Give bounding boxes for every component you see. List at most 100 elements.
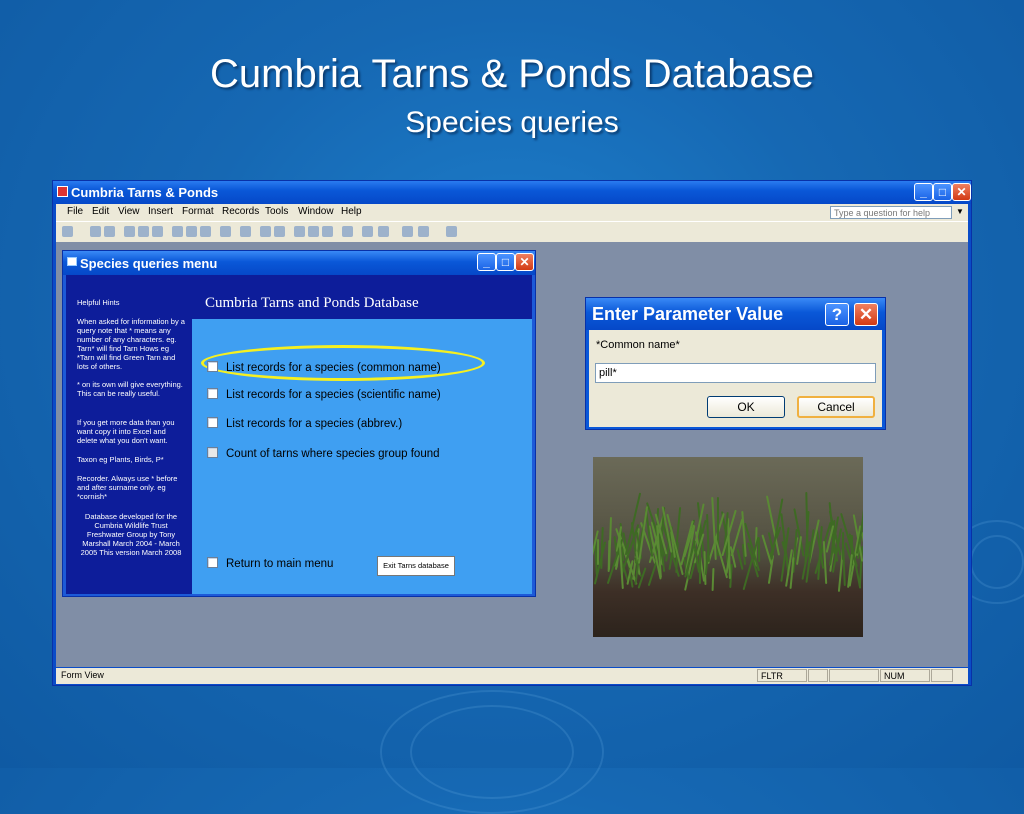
filter-by-form-icon[interactable] [308, 226, 319, 237]
slide-title: Cumbria Tarns & Ponds Database [209, 52, 815, 96]
status-bar: Form View FLTR NUM [56, 668, 968, 684]
cancel-button[interactable]: Cancel [797, 396, 875, 418]
parameter-value-input[interactable]: pill* [595, 363, 876, 383]
hint-text: Taxon eg Plants, Birds, P* [77, 455, 164, 464]
status-view-mode: Form View [61, 670, 104, 680]
form-titlebar[interactable]: Species queries menu _ □ ✕ [63, 251, 535, 275]
save-icon[interactable] [90, 226, 101, 237]
status-cell [808, 669, 828, 682]
dialog-title: Enter Parameter Value [592, 304, 784, 324]
hint-text: Recorder. Always use * before and after … [77, 474, 178, 501]
database-window-icon[interactable] [402, 226, 413, 237]
option-label: List records for a species (common name) [226, 362, 441, 374]
menu-edit[interactable]: Edit [92, 206, 109, 217]
parameter-label: *Common name* [596, 339, 680, 351]
maximize-button[interactable]: □ [933, 183, 952, 201]
close-button[interactable]: ✕ [952, 183, 971, 201]
sort-descending-icon[interactable] [274, 226, 285, 237]
paste-icon[interactable] [200, 226, 211, 237]
exit-database-button[interactable]: Exit Tarns database [377, 556, 455, 576]
status-fltr: FLTR [757, 669, 807, 682]
help-question-input[interactable]: Type a question for help [830, 206, 952, 219]
hint-text: If you get more data than you want copy … [77, 418, 175, 445]
dialog-body: *Common name* pill* OK Cancel [589, 330, 882, 427]
menu-window[interactable]: Window [298, 206, 334, 217]
grass-blade [841, 531, 844, 560]
status-cell [931, 669, 953, 682]
sort-ascending-icon[interactable] [260, 226, 271, 237]
hint-text: * on its own will give everything. This … [77, 380, 183, 398]
checkbox-icon[interactable] [207, 417, 218, 428]
form-icon [67, 257, 77, 266]
form-title: Species queries menu [80, 256, 218, 271]
option-label: Return to main menu [226, 558, 334, 570]
option-label: List records for a species (scientific n… [226, 389, 441, 401]
grass-blade [711, 567, 715, 591]
insert-hyperlink-icon[interactable] [240, 226, 251, 237]
filter-by-selection-icon[interactable] [294, 226, 305, 237]
dialog-close-icon[interactable]: ✕ [854, 303, 878, 326]
checkbox-icon[interactable] [207, 447, 218, 458]
checkbox-icon[interactable] [207, 557, 218, 568]
spelling-icon[interactable] [152, 226, 163, 237]
chevron-down-icon[interactable]: ▼ [955, 207, 965, 218]
option-return-main-menu[interactable]: Return to main menu [207, 557, 333, 571]
app-title: Cumbria Tarns & Ponds [71, 185, 219, 200]
species-queries-form-window: Species queries menu _ □ ✕ Helpful Hints… [62, 250, 536, 597]
app-titlebar[interactable]: Cumbria Tarns & Ponds _ □ ✕ [53, 181, 971, 204]
form-close-button[interactable]: ✕ [515, 253, 534, 271]
option-common-name[interactable]: List records for a species (common name) [207, 361, 441, 375]
grass-blade [596, 539, 599, 566]
form-maximize-button[interactable]: □ [496, 253, 515, 271]
design-view-icon[interactable] [62, 226, 73, 237]
menu-insert[interactable]: Insert [148, 206, 173, 217]
help-question-icon[interactable]: ? [825, 303, 849, 326]
copy-icon[interactable] [186, 226, 197, 237]
menu-tools[interactable]: Tools [265, 206, 288, 217]
water-ripple [410, 705, 574, 799]
toolbar [56, 221, 968, 242]
print-preview-icon[interactable] [138, 226, 149, 237]
new-record-icon[interactable] [362, 226, 373, 237]
menu-help[interactable]: Help [341, 206, 362, 217]
option-count-tarns[interactable]: Count of tarns where species group found [207, 447, 440, 461]
status-num: NUM [880, 669, 930, 682]
access-app-icon [57, 186, 68, 197]
form-header: Cumbria Tarns and Ponds Database [192, 275, 532, 319]
water-ripple [970, 535, 1024, 589]
checkbox-icon[interactable] [207, 361, 218, 372]
status-cell [829, 669, 879, 682]
undo-icon[interactable] [220, 226, 231, 237]
helpful-hints-panel: Helpful Hints When asked for information… [66, 275, 192, 594]
find-icon[interactable] [342, 226, 353, 237]
apply-filter-icon[interactable] [322, 226, 333, 237]
delete-record-icon[interactable] [378, 226, 389, 237]
minimize-button[interactable]: _ [914, 183, 933, 201]
option-abbrev[interactable]: List records for a species (abbrev.) [207, 417, 402, 431]
menu-file[interactable]: File [67, 206, 83, 217]
search-icon[interactable] [104, 226, 115, 237]
form-heading: Cumbria Tarns and Ponds Database [205, 295, 419, 311]
form-body: Helpful Hints When asked for information… [66, 275, 532, 594]
slide-subtitle: Species queries [405, 106, 619, 139]
hint-text: When asked for information by a query no… [77, 317, 185, 371]
menu-records[interactable]: Records [222, 206, 259, 217]
cut-icon[interactable] [172, 226, 183, 237]
option-label: List records for a species (abbrev.) [226, 418, 403, 430]
option-label: Count of tarns where species group found [226, 448, 440, 460]
menu-bar: File Edit View Insert Format Records Too… [56, 204, 968, 221]
print-icon[interactable] [124, 226, 135, 237]
checkbox-icon[interactable] [207, 388, 218, 399]
new-object-icon[interactable] [418, 226, 429, 237]
menu-format[interactable]: Format [182, 206, 214, 217]
menu-view[interactable]: View [118, 206, 140, 217]
developer-credit: Database developed for the Cumbria Wildl… [80, 512, 182, 557]
ok-button[interactable]: OK [707, 396, 785, 418]
dialog-titlebar[interactable]: Enter Parameter Value ? ✕ [586, 298, 885, 330]
help-icon[interactable] [446, 226, 457, 237]
enter-parameter-dialog: Enter Parameter Value ? ✕ *Common name* … [585, 297, 886, 430]
hints-heading: Helpful Hints [77, 298, 120, 307]
pond-plant-photo [593, 457, 863, 637]
option-scientific-name[interactable]: List records for a species (scientific n… [207, 388, 441, 402]
form-minimize-button[interactable]: _ [477, 253, 496, 271]
